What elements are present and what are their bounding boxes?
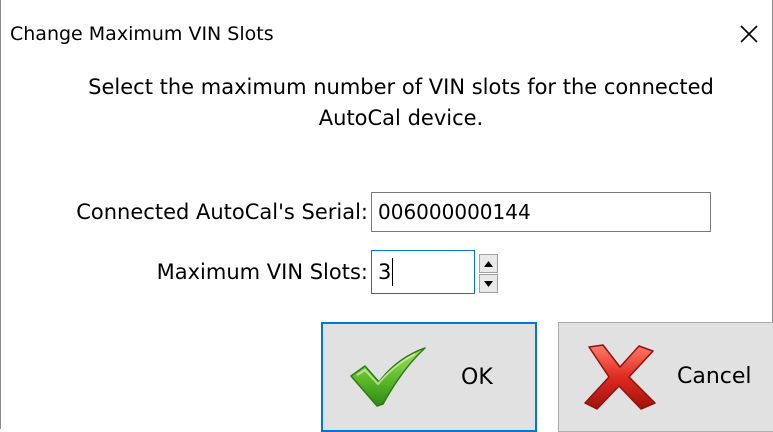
text-caret bbox=[392, 258, 393, 286]
window-title: Change Maximum VIN Slots bbox=[10, 23, 274, 45]
instruction-line-1: Select the maximum number of VIN slots f… bbox=[88, 75, 714, 99]
red-x-icon bbox=[581, 343, 659, 415]
spin-up-button[interactable] bbox=[479, 254, 498, 273]
serial-field[interactable] bbox=[371, 192, 711, 232]
instruction-line-2: AutoCal device. bbox=[318, 106, 484, 130]
max-slots-label: Maximum VIN Slots: bbox=[156, 260, 368, 284]
change-vin-slots-dialog: Change Maximum VIN Slots Select the maxi… bbox=[0, 0, 773, 432]
max-slots-input[interactable] bbox=[371, 250, 475, 294]
close-button[interactable] bbox=[731, 16, 767, 52]
serial-label: Connected AutoCal's Serial: bbox=[76, 200, 368, 224]
close-icon bbox=[740, 25, 758, 43]
ok-button-label: OK bbox=[461, 365, 493, 390]
spin-up-icon bbox=[484, 260, 493, 267]
checkmark-icon bbox=[347, 346, 431, 412]
title-bar: Change Maximum VIN Slots bbox=[1, 0, 772, 66]
spin-down-button[interactable] bbox=[479, 274, 498, 293]
instruction-text: Select the maximum number of VIN slots f… bbox=[31, 72, 771, 134]
ok-button[interactable]: OK bbox=[321, 322, 537, 432]
cancel-button[interactable]: Cancel bbox=[558, 322, 773, 432]
cancel-button-label: Cancel bbox=[677, 364, 752, 389]
spin-down-icon bbox=[484, 280, 493, 287]
